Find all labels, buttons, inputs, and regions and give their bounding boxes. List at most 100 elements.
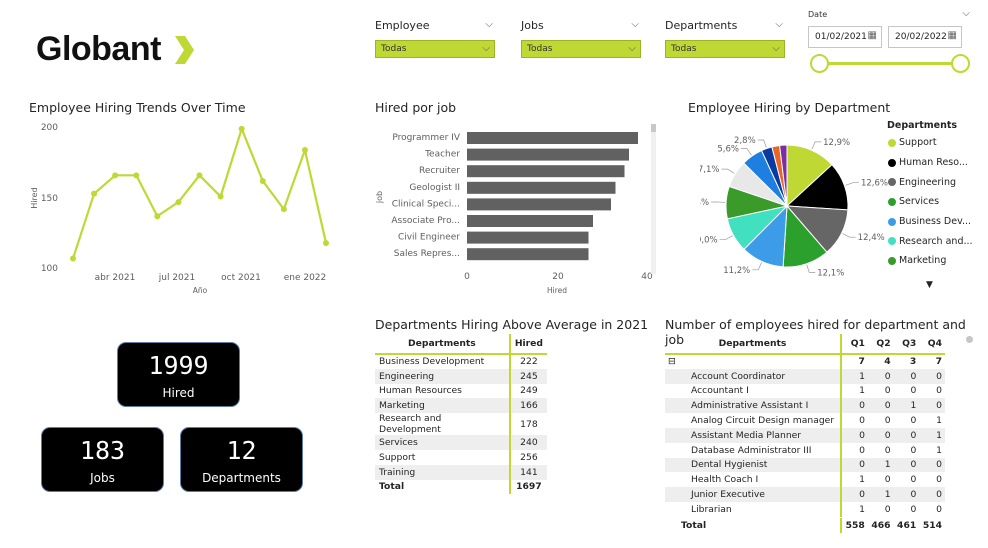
hired-cell: 222 <box>520 356 538 368</box>
job-bar[interactable] <box>467 215 593 227</box>
date-start-handle[interactable] <box>810 54 829 73</box>
employee-dropdown[interactable]: Todas ⌵ <box>375 40 495 58</box>
quarter-cell: 0 <box>859 459 865 471</box>
legend-scroll-down-icon[interactable]: ▼ <box>926 280 933 290</box>
matrix-row[interactable]: Junior Executive 0 1 0 0 <box>665 487 945 502</box>
job-bar[interactable] <box>467 148 629 161</box>
job-category-label: Geologist II <box>409 183 460 193</box>
job-bar[interactable] <box>467 231 589 244</box>
pie-leader-line <box>740 148 752 156</box>
scrollbar-track[interactable] <box>651 124 656 274</box>
trend-point[interactable] <box>217 193 224 200</box>
total-label: Total <box>665 518 842 533</box>
matrix-row[interactable]: Health Coach I 1 0 0 0 <box>665 472 945 488</box>
date-range-track <box>820 62 962 65</box>
trend-point[interactable] <box>259 177 266 184</box>
chevron-down-icon[interactable]: ⌵ <box>775 19 783 30</box>
legend-item[interactable]: Marketing <box>888 251 980 271</box>
trend-point[interactable] <box>301 146 308 153</box>
matrix-row[interactable]: Dental Hygienist 0 1 0 0 <box>665 457 945 473</box>
col-header[interactable]: Hired <box>510 334 547 354</box>
chevron-down-icon: ⌵ <box>772 43 780 54</box>
job-bar[interactable] <box>467 198 611 211</box>
col-header[interactable]: Q4 <box>919 334 945 354</box>
hiring-trend-chart[interactable]: 200 150 100 Hired abr 2021 jul 2021 oct … <box>25 118 345 298</box>
matrix-row[interactable]: Administrative Assistant I 0 0 1 0 <box>665 398 945 414</box>
trend-point[interactable] <box>280 206 287 213</box>
quarter-cell: 1 <box>936 429 942 441</box>
chevron-down-icon[interactable]: ⌵ <box>962 8 970 19</box>
col-header[interactable]: Departments <box>375 334 511 354</box>
hiring-by-department-pie[interactable]: 12,9% 12,6% 12,4% 12,1% 11,2% 9,0% 8,4% 7,1% 5,6… <box>700 118 890 288</box>
start-date-input[interactable]: 01/02/2021 ▦ <box>808 26 882 48</box>
legend-item[interactable]: Business Dev... <box>888 212 980 232</box>
legend-item[interactable]: Human Reso... <box>888 153 980 173</box>
legend-item[interactable]: Services <box>888 192 980 212</box>
matrix-row[interactable]: Account Coordinator 1 0 0 0 <box>665 368 945 384</box>
departments-slicer[interactable]: Departments ⌵ Todas ⌵ <box>665 19 785 58</box>
trend-point[interactable] <box>70 255 76 262</box>
legend-label: Engineering <box>899 176 956 188</box>
matrix-scrollbar[interactable] <box>966 336 973 343</box>
pie-data-label: 5,6% <box>717 145 739 155</box>
trend-point[interactable] <box>112 172 119 179</box>
trend-point[interactable] <box>196 172 203 179</box>
jobs-dropdown[interactable]: Todas ⌵ <box>521 40 641 58</box>
dept-cell: Services <box>375 435 511 450</box>
quarter-cell: 0 <box>884 474 891 486</box>
matrix-row[interactable]: Analog Circuit Design manager 0 0 0 1 <box>665 413 945 428</box>
table-row[interactable]: Business Development 222 <box>375 354 547 369</box>
matrix-row[interactable]: Assistant Media Planner 0 0 0 1 <box>665 427 945 443</box>
legend-swatch <box>888 256 896 265</box>
col-header[interactable]: Departments <box>665 334 842 354</box>
table-row[interactable]: Engineering 245 <box>375 368 547 384</box>
table-row[interactable]: Marketing 166 <box>375 398 547 414</box>
job-bar[interactable] <box>467 248 589 261</box>
col-header[interactable]: Q3 <box>894 334 920 354</box>
total-q2: 466 <box>871 519 891 531</box>
employee-slicer[interactable]: Employee ⌵ Todas ⌵ <box>375 19 495 58</box>
trend-point[interactable] <box>323 240 329 247</box>
matrix-group-row[interactable]: ⊟ 7 4 3 7 <box>665 354 945 369</box>
matrix-row[interactable]: Database Administrator III 0 0 0 1 <box>665 442 945 458</box>
table-row[interactable]: Human Resources 249 <box>375 383 547 399</box>
date-end-handle[interactable] <box>951 54 970 73</box>
legend-item[interactable]: Engineering <box>888 172 980 192</box>
departments-dropdown[interactable]: Todas ⌵ <box>665 40 785 58</box>
scrollbar-thumb[interactable] <box>651 124 656 132</box>
trend-point[interactable] <box>175 199 182 206</box>
matrix-row[interactable]: Librarian 1 0 0 0 <box>665 501 945 517</box>
chevron-down-icon[interactable]: ⌵ <box>631 19 639 30</box>
hired-by-job-chart[interactable]: job 0 20 40 Hired Programmer IVTeacherRe… <box>370 122 665 297</box>
quarter-cell: 0 <box>910 444 917 456</box>
col-header[interactable]: Q1 <box>841 334 868 354</box>
legend-label: Research and... <box>899 235 973 247</box>
quarter-cell: 0 <box>936 385 942 397</box>
trend-point[interactable] <box>133 172 140 179</box>
end-date-input[interactable]: 20/02/2022 ▦ <box>888 26 962 48</box>
table-row[interactable]: Training 141 <box>375 464 547 480</box>
chevron-down-icon[interactable]: ⌵ <box>485 19 493 30</box>
collapse-icon[interactable]: ⊟ <box>665 354 842 369</box>
trend-line[interactable] <box>71 125 328 259</box>
pie-leader-line <box>842 233 856 238</box>
col-header[interactable]: Q2 <box>868 334 894 354</box>
legend-item[interactable]: Research and... <box>888 231 980 251</box>
job-bar[interactable] <box>467 165 625 178</box>
calendar-icon[interactable]: ▦ <box>868 30 877 41</box>
table-row[interactable]: Support 256 <box>375 449 547 465</box>
job-bar[interactable] <box>467 181 616 194</box>
job-bar[interactable] <box>467 132 638 144</box>
table-row[interactable]: Services 240 <box>375 435 547 450</box>
trend-point[interactable] <box>154 213 161 220</box>
trend-point[interactable] <box>238 125 245 132</box>
trend-point[interactable] <box>91 190 98 197</box>
quarter-cell: 0 <box>859 415 865 427</box>
jobs-slicer[interactable]: Jobs ⌵ Todas ⌵ <box>521 19 641 58</box>
quarter-cell: 1 <box>884 459 891 471</box>
table-row[interactable]: Research and Development 178 <box>375 413 547 436</box>
legend-item[interactable]: Support <box>888 133 980 153</box>
matrix-row[interactable]: Accountant I 1 0 0 0 <box>665 383 945 399</box>
quarter-cell: 0 <box>936 474 942 486</box>
calendar-icon[interactable]: ▦ <box>948 30 957 41</box>
